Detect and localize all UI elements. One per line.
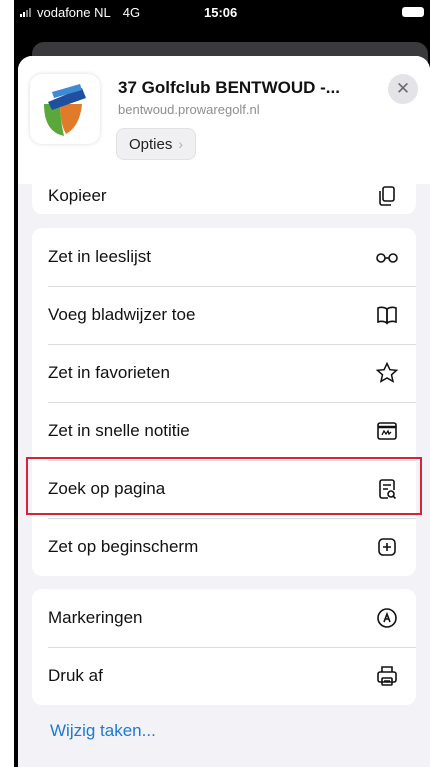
page-title: 37 Golfclub BENTWOUD -...	[118, 78, 340, 97]
site-logo	[30, 74, 100, 144]
options-button[interactable]: Opties ›	[116, 128, 197, 160]
close-icon: ✕	[395, 79, 411, 98]
action-label: Kopieer	[48, 186, 107, 205]
action-label: Zet in leeslijst	[48, 247, 151, 266]
action-label: Zet op beginscherm	[48, 537, 199, 556]
action-label: Zoek op pagina	[48, 479, 166, 498]
action-markup[interactable]: Markeringen	[32, 589, 416, 647]
action-label: Markeringen	[48, 608, 143, 627]
action-label: Zet in favorieten	[48, 363, 170, 382]
glasses-icon	[374, 244, 400, 270]
golfclub-logo-icon	[44, 84, 86, 136]
markup-print-group: Markeringen Druk af	[32, 589, 416, 705]
print-icon	[374, 663, 400, 689]
action-label: Zet in snelle notitie	[48, 421, 190, 440]
book-icon	[374, 302, 400, 328]
share-header: 37 Golfclub BENTWOUD -... bentwoud.prowa…	[18, 56, 430, 184]
page-url: bentwoud.prowaregolf.nl	[118, 102, 260, 117]
battery-icon	[402, 7, 424, 17]
edit-actions-link[interactable]: Wijzig taken...	[50, 721, 156, 741]
action-quick-note[interactable]: Zet in snelle notitie	[32, 402, 416, 460]
carrier-name: vodafone NL	[37, 5, 111, 20]
network-type: 4G	[122, 5, 141, 20]
clock: 15:06	[204, 5, 238, 20]
status-bar: vodafone NL 4G 15:06	[14, 0, 430, 40]
chevron-right-icon: ›	[178, 136, 184, 152]
carrier-info: vodafone NL 4G	[20, 5, 140, 20]
action-reading-list[interactable]: Zet in leeslijst	[32, 228, 416, 286]
markup-icon	[374, 605, 400, 631]
action-favorites[interactable]: Zet in favorieten	[32, 344, 416, 402]
add-square-icon	[374, 534, 400, 560]
quick-note-icon	[374, 418, 400, 444]
share-sheet: 37 Golfclub BENTWOUD -... bentwoud.prowa…	[18, 56, 430, 767]
action-add-to-home-screen[interactable]: Zet op beginscherm	[32, 518, 416, 576]
options-label: Opties	[129, 135, 173, 153]
copy-group: Kopieer	[32, 166, 416, 214]
action-label: Druk af	[48, 666, 103, 685]
action-label: Voeg bladwijzer toe	[48, 305, 196, 324]
action-add-bookmark[interactable]: Voeg bladwijzer toe	[32, 286, 416, 344]
actions-group: Zet in leeslijst Voeg bladwijzer toe Zet…	[32, 228, 416, 576]
action-find-on-page[interactable]: Zoek op pagina	[32, 460, 416, 518]
signal-icon	[20, 8, 31, 17]
action-copy[interactable]: Kopieer	[32, 166, 416, 214]
copy-icon	[374, 183, 400, 209]
star-icon	[374, 360, 400, 386]
phone-screen: vodafone NL 4G 15:06 37 Golfclub BENTWOU…	[14, 0, 430, 767]
action-print[interactable]: Druk af	[32, 647, 416, 705]
close-button[interactable]: ✕	[388, 74, 418, 104]
find-on-page-icon	[374, 476, 400, 502]
